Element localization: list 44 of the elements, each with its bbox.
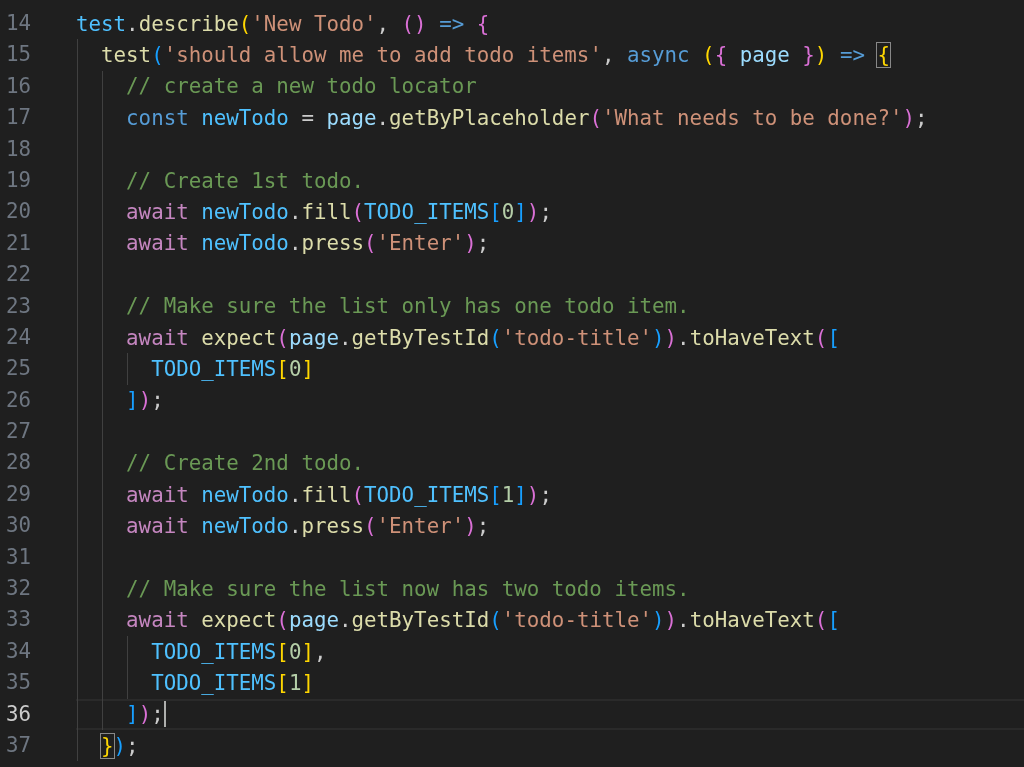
line-number: 32 xyxy=(4,575,31,603)
line-number: 22 xyxy=(4,261,31,289)
code-line: await newTodo.press('Enter'); xyxy=(125,513,490,538)
line-number: 18 xyxy=(4,135,31,163)
code-line: test.describe('New Todo', () => { xyxy=(76,11,490,36)
code-comment: // Create 2nd todo. xyxy=(125,451,364,476)
line-number: 33 xyxy=(4,606,31,634)
code-line: TODO_ITEMS[1] xyxy=(150,670,314,695)
line-number: 28 xyxy=(4,449,31,477)
code-line: const newTodo = page.getByPlaceholder('What needs to be done?'); xyxy=(125,105,928,130)
line-number: 24 xyxy=(4,323,31,351)
line-number: 21 xyxy=(4,229,31,257)
code-line: await newTodo.press('Enter'); xyxy=(125,231,490,256)
line-number: 30 xyxy=(4,512,31,540)
line-number: 14 xyxy=(4,10,31,37)
line-number: 17 xyxy=(4,104,31,132)
code-comment: // Make sure the list now has two todo items. xyxy=(125,576,690,601)
code-line: ]); xyxy=(125,702,164,727)
line-number: 31 xyxy=(4,543,31,571)
line-number: 26 xyxy=(4,386,31,414)
code-comment: // Create 1st todo. xyxy=(125,168,364,193)
code-line: await newTodo.fill(TODO_ITEMS[0]); xyxy=(125,200,552,225)
code-line: TODO_ITEMS[0], xyxy=(150,639,327,664)
line-number: 27 xyxy=(4,418,31,446)
line-number: 35 xyxy=(4,669,31,697)
code-line: ]); xyxy=(125,388,164,413)
line-number: 23 xyxy=(4,292,31,320)
code-line: await expect(page.getByTestId('todo-title')).toHaveText([ xyxy=(125,608,840,633)
line-number: 25 xyxy=(4,355,31,383)
line-number: 19 xyxy=(4,166,31,194)
line-number: 36 xyxy=(4,700,31,728)
line-number: 37 xyxy=(4,732,31,759)
code-line: }); xyxy=(100,733,139,758)
code-comment: // Make sure the list only has one todo item. xyxy=(125,294,690,319)
code-line: test('should allow me to add todo items', async ({ page }) => { xyxy=(100,43,890,68)
code-comment: // create a new todo locator xyxy=(125,74,477,99)
line-number: 15 xyxy=(4,41,31,69)
line-number: 16 xyxy=(4,72,31,100)
line-number: 29 xyxy=(4,480,31,508)
line-number: 34 xyxy=(4,637,31,665)
code-line: await newTodo.fill(TODO_ITEMS[1]); xyxy=(125,482,552,507)
code-line: await expect(page.getByTestId('todo-title')).toHaveText([ xyxy=(125,325,840,350)
line-number: 20 xyxy=(4,198,31,226)
code-line: TODO_ITEMS[0] xyxy=(150,357,314,381)
